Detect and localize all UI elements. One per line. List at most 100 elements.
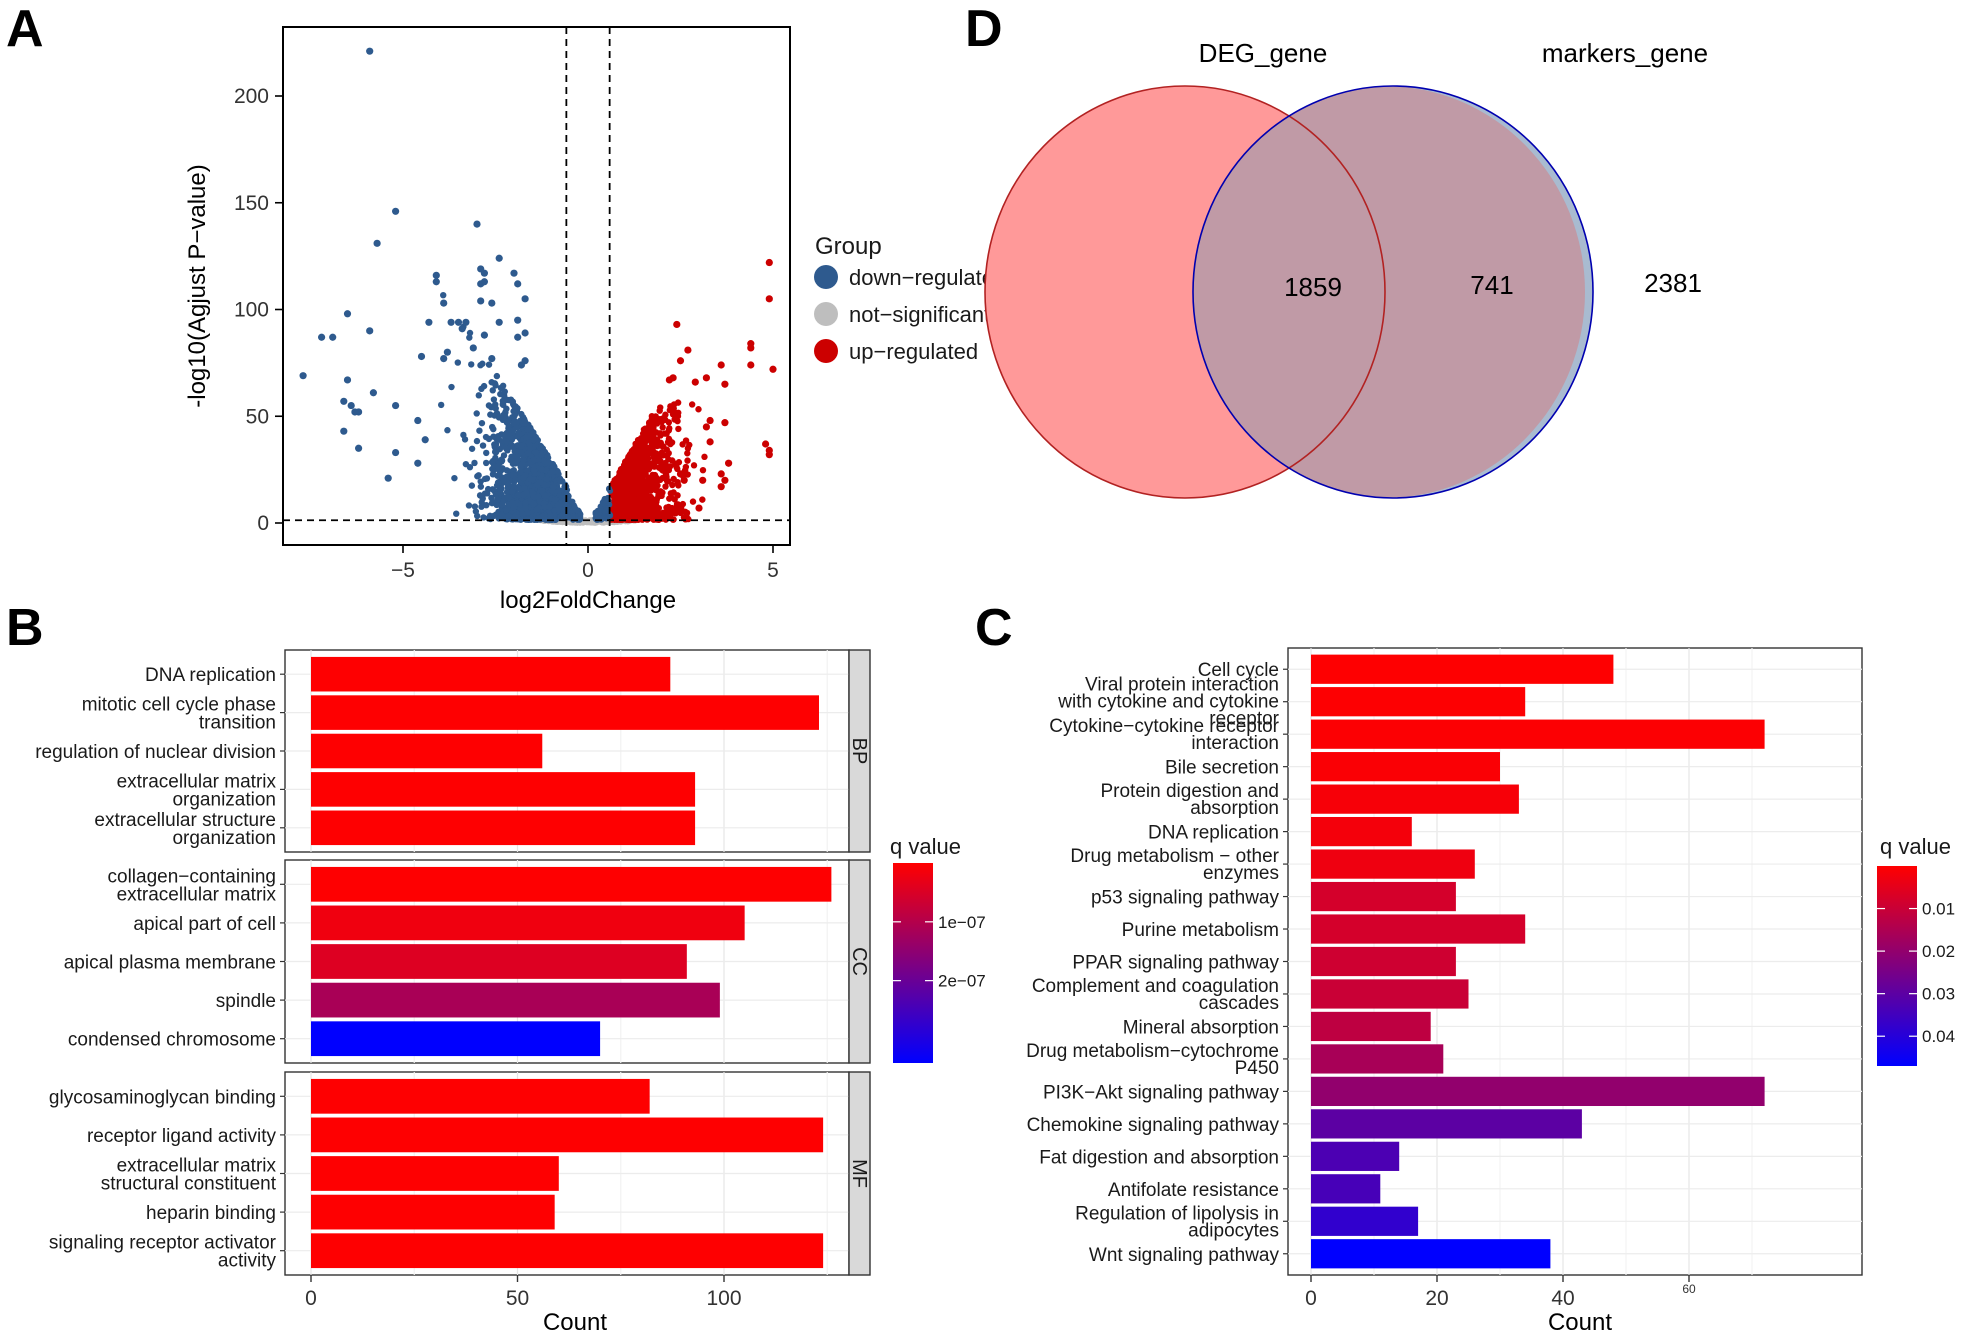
point-up-regulated — [702, 423, 711, 431]
category-label: Drug metabolism−cytochrome P450 — [1026, 1041, 1279, 1079]
point-up-regulated — [691, 378, 699, 386]
category-label-line: absorption — [1190, 798, 1279, 819]
point-down-regulated — [340, 397, 348, 405]
point-up-regulated — [673, 320, 681, 329]
x-tick-label: 0 — [1305, 1287, 1317, 1310]
category-label: mitotic cell cycle phase transition — [82, 695, 276, 734]
x-axis-title: log2FoldChange — [500, 587, 676, 614]
legend-swatch-up-regulated — [814, 339, 838, 363]
x-axis-ticks: −5 0 5 — [391, 545, 779, 582]
point-up-regulated — [648, 439, 655, 446]
point-down-regulated — [480, 278, 488, 286]
bar — [1311, 654, 1614, 684]
category-label-line: Bile secretion — [1165, 758, 1279, 779]
point-up-regulated — [668, 439, 676, 446]
point-up-regulated — [632, 454, 640, 462]
point-down-regulated — [523, 434, 530, 441]
venn-diagram: DEG_gene markers_gene 1859 741 2381 — [984, 38, 1708, 499]
category-label-line: activity — [218, 1251, 277, 1272]
kegg-x-axis-title: Count — [1548, 1309, 1612, 1336]
point-down-regulated — [520, 492, 527, 499]
category-label-line: PI3K−Akt signaling pathway — [1043, 1082, 1280, 1103]
point-up-regulated — [688, 401, 696, 408]
category-label: PI3K−Akt signaling pathway — [1043, 1082, 1280, 1103]
point-down-regulated — [437, 401, 445, 409]
point-down-regulated — [355, 408, 363, 416]
x-tick-label: 0 — [305, 1287, 317, 1310]
point-down-regulated — [510, 504, 518, 511]
point-up-regulated — [747, 361, 755, 369]
category-label-line: p53 signaling pathway — [1091, 888, 1280, 909]
point-up-regulated — [631, 506, 639, 513]
point-down-regulated — [440, 355, 448, 363]
category-label: Antifolate resistance — [1108, 1180, 1279, 1201]
point-down-regulated — [477, 297, 485, 305]
bar — [311, 695, 819, 730]
point-down-regulated — [340, 427, 348, 435]
point-up-regulated — [676, 470, 685, 478]
point-up-regulated — [762, 440, 770, 448]
point-down-regulated — [538, 444, 545, 451]
point-down-regulated — [543, 475, 550, 483]
point-down-regulated — [453, 510, 460, 517]
go-x-axis-title: Count — [543, 1309, 607, 1336]
point-up-regulated — [717, 470, 725, 478]
category-label: DNA replication — [1148, 823, 1279, 844]
point-up-regulated — [658, 511, 665, 518]
point-down-regulated — [495, 318, 503, 326]
panel-label-a: A — [6, 0, 44, 58]
point-up-regulated — [663, 477, 671, 485]
point-down-regulated — [554, 502, 562, 509]
bar — [311, 1194, 555, 1230]
y-tick-label: 200 — [234, 85, 269, 108]
category-label: Bile secretion — [1165, 758, 1279, 779]
category-label-line: organization — [172, 789, 276, 810]
bar — [311, 982, 720, 1018]
point-up-regulated — [675, 425, 682, 433]
facet-strip-label: MF — [848, 1159, 870, 1188]
point-up-regulated — [695, 504, 703, 512]
point-up-regulated — [680, 476, 688, 484]
category-label-line: interaction — [1191, 733, 1279, 754]
point-up-regulated — [623, 478, 631, 486]
category-label: Drug metabolism − other enzymes — [1070, 846, 1279, 884]
category-label-line: Fat digestion and absorption — [1039, 1147, 1279, 1168]
venn-label-deg-gene: DEG_gene — [1199, 38, 1328, 68]
point-up-regulated — [721, 476, 729, 484]
panel-label-b: B — [6, 599, 44, 657]
point-up-regulated — [655, 493, 663, 500]
category-label: extracellular matrix organization — [117, 771, 277, 810]
point-down-regulated — [465, 502, 473, 509]
point-up-regulated — [636, 507, 644, 515]
point-down-regulated — [511, 410, 519, 418]
point-up-regulated — [653, 498, 660, 506]
bar — [311, 656, 671, 692]
point-down-regulated — [522, 499, 529, 507]
point-down-regulated — [577, 511, 584, 518]
point-down-regulated — [510, 269, 518, 277]
point-down-regulated — [530, 467, 538, 474]
point-down-regulated — [482, 459, 490, 467]
point-down-regulated — [498, 511, 505, 518]
point-down-regulated — [494, 479, 502, 486]
y-tick-label: 100 — [234, 299, 269, 322]
point-down-regulated — [343, 310, 352, 318]
category-label-line: DNA replication — [145, 665, 276, 686]
legend-label: not−significant — [849, 302, 990, 327]
point-up-regulated — [625, 513, 633, 520]
point-down-regulated — [366, 327, 374, 335]
bar — [1311, 1011, 1431, 1042]
point-down-regulated — [483, 449, 490, 457]
point-down-regulated — [602, 507, 609, 514]
point-up-regulated — [706, 416, 714, 425]
point-up-regulated — [623, 485, 631, 492]
bar — [311, 1021, 601, 1057]
legend-title: Group — [815, 233, 882, 260]
point-down-regulated — [488, 299, 496, 307]
point-up-regulated — [699, 466, 707, 474]
point-up-regulated — [721, 380, 729, 388]
category-label: DNA replication — [145, 665, 276, 686]
colorbar — [893, 863, 933, 1063]
point-down-regulated — [498, 501, 506, 508]
point-up-regulated — [666, 406, 674, 414]
